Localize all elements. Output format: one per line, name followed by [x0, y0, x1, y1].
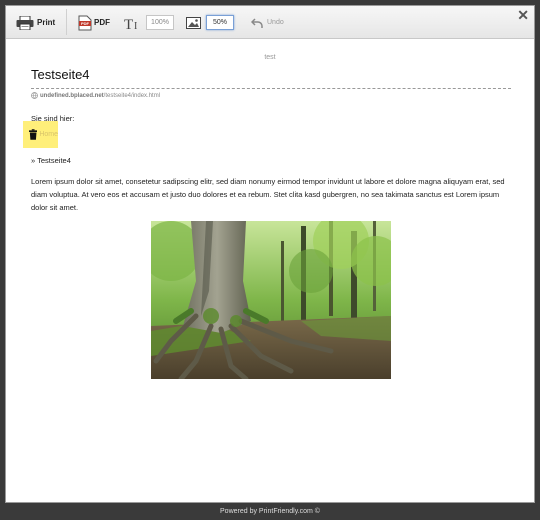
source-url: undefined.bplaced.net/testseite4/index.h… — [31, 92, 160, 99]
svg-text:PDF: PDF — [81, 21, 90, 26]
pdf-button[interactable]: PDF PDF — [78, 6, 110, 39]
breadcrumb-intro: Sie sind hier: — [31, 114, 75, 123]
url-domain: undefined.bplaced.net — [40, 92, 104, 99]
pdf-label: PDF — [94, 18, 110, 27]
close-icon[interactable]: ✕ — [517, 8, 529, 22]
forest-image — [151, 221, 391, 379]
print-preview: test Testseite4 undefined.bplaced.net/te… — [6, 40, 534, 502]
undo-label: Undo — [267, 19, 284, 26]
delete-element-hover[interactable]: Home — [23, 121, 58, 148]
body-paragraph: Lorem ipsum dolor sit amet, consetetur s… — [31, 177, 505, 212]
undo-button[interactable]: Undo — [251, 6, 284, 39]
home-link[interactable]: Home — [39, 131, 58, 138]
page-title: Testseite4 — [31, 67, 90, 82]
svg-text:I: I — [134, 21, 137, 31]
text-size-control: T I — [124, 6, 174, 39]
text-size-input[interactable] — [146, 15, 174, 30]
title-divider — [31, 88, 511, 89]
image-size-input[interactable] — [206, 15, 234, 30]
undo-icon — [251, 17, 263, 28]
page-header: test — [264, 54, 276, 61]
toolbar-divider — [66, 9, 67, 35]
link-icon — [31, 92, 38, 99]
svg-text:T: T — [124, 17, 133, 31]
pdf-icon: PDF — [78, 15, 92, 30]
url-path: /testseite4/index.html — [103, 92, 161, 99]
image-size-icon — [186, 16, 201, 29]
forest-photo — [151, 221, 391, 379]
footer: Powered by PrintFriendly.com © — [220, 508, 320, 515]
print-button[interactable]: Print — [16, 6, 55, 39]
trash-icon[interactable] — [29, 125, 38, 144]
image-size-control — [186, 6, 234, 39]
printer-icon — [16, 15, 34, 30]
text-size-icon: T I — [124, 17, 137, 31]
breadcrumb-current: » Testseite4 — [31, 156, 71, 165]
printfriendly-dialog: Print PDF PDF T I 100% 50% Undo ✕ test T… — [5, 5, 535, 503]
print-label: Print — [37, 18, 56, 27]
toolbar: Print PDF PDF T I 100% 50% Undo ✕ — [6, 6, 534, 39]
